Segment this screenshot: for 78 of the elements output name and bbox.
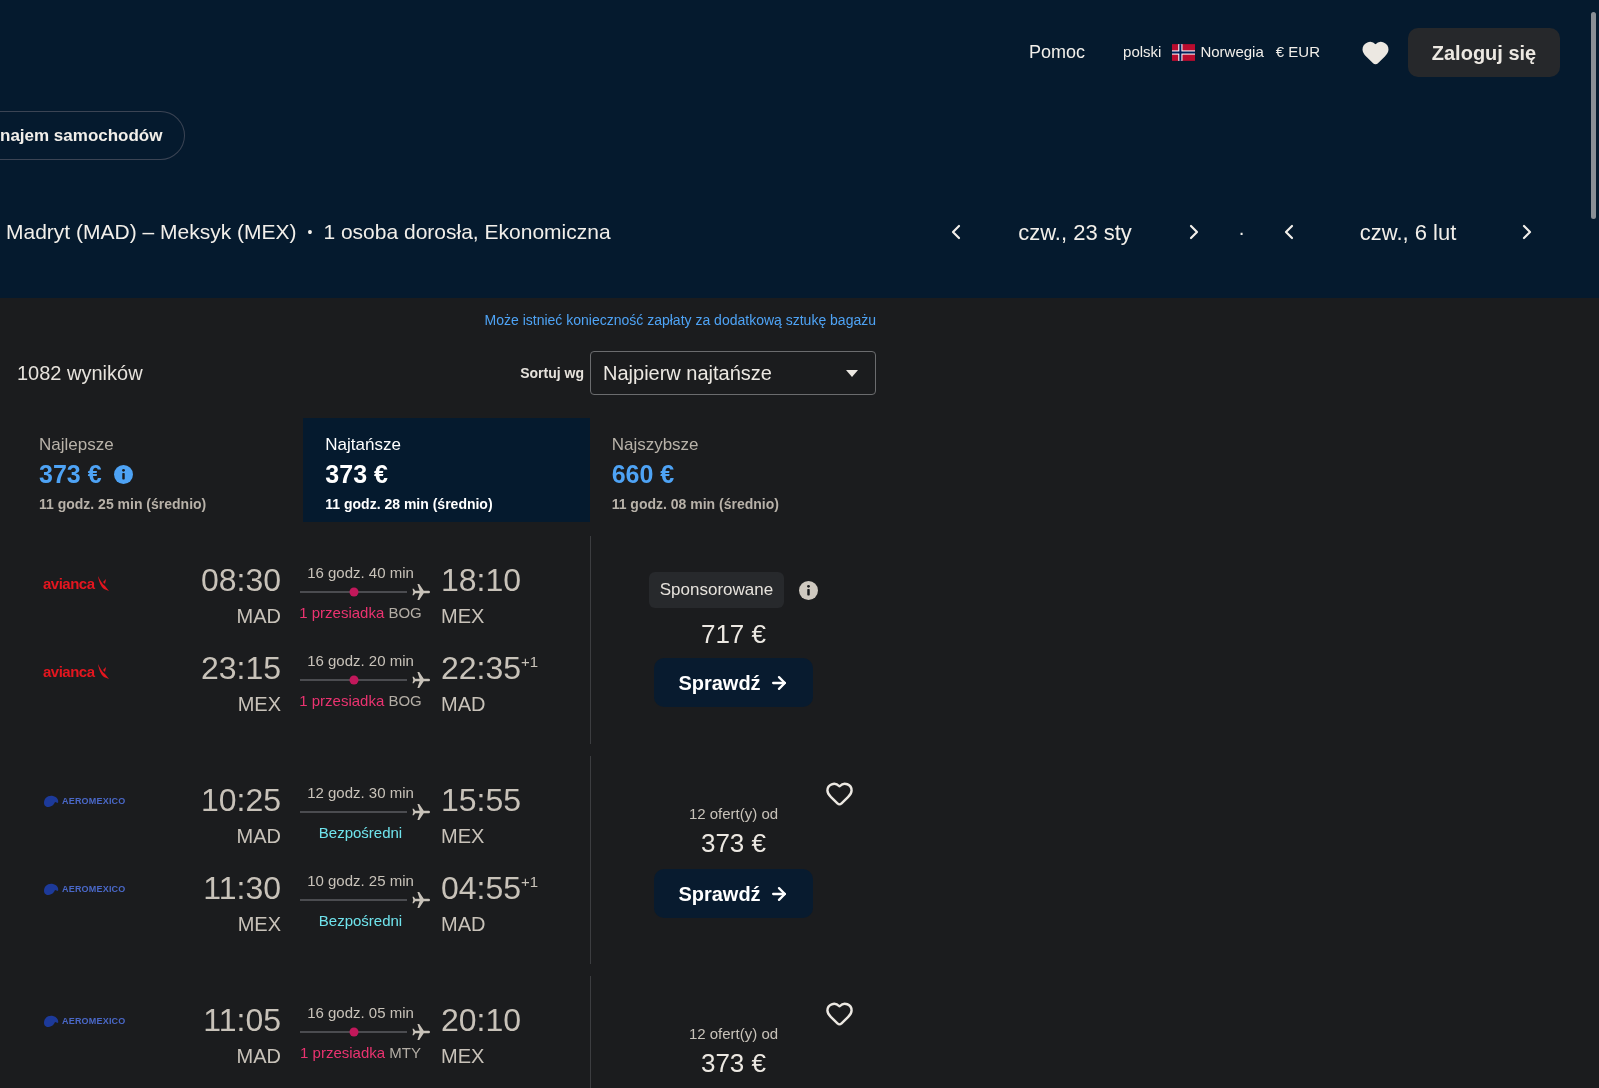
separator-dot: ·: [1238, 220, 1245, 245]
airport-code: MAD: [236, 824, 281, 848]
arrival-time: 04:55: [441, 870, 522, 906]
arrival-time: 18:10: [441, 562, 522, 598]
login-button[interactable]: Zaloguj się: [1408, 28, 1560, 77]
airport-code: MAD: [441, 912, 486, 936]
departure-time: 08:30: [200, 562, 281, 598]
plane-icon: [412, 1023, 430, 1041]
airport-code: MAD: [236, 1044, 281, 1068]
flight-duration: 16 godz. 05 min: [307, 1004, 414, 1022]
airport-code: MEX: [441, 824, 485, 848]
departure-time: 11:05: [203, 1002, 281, 1038]
stops-label: 1 przesiadka BOG: [299, 691, 422, 711]
route-text: Madryt (MAD) – Meksyk (MEX): [6, 219, 297, 246]
offers-label: 12 ofert(y) od: [688, 805, 779, 823]
airline-logo-icon: [43, 883, 59, 896]
arrival-time: 20:10: [441, 1002, 522, 1038]
sort-tab[interactable]: Najlepsze 373 € 11 godz. 25 min (średnio): [17, 418, 304, 522]
flag-icon: [1172, 44, 1196, 61]
airport-code: MEX: [237, 912, 281, 936]
plane-icon: [412, 891, 430, 909]
travellers-text: 1 osoba dorosła, Ekonomiczna: [323, 219, 611, 246]
flight-duration: 12 godz. 30 min: [307, 784, 414, 802]
sort-label: Sortuj wg: [520, 363, 584, 383]
arrival-time: 22:35: [441, 650, 522, 686]
price: 373 €: [700, 1047, 767, 1079]
airline-logo-icon: [96, 576, 110, 592]
airline-logo-text: avianca: [43, 575, 95, 593]
airport-code: MEX: [441, 604, 485, 628]
offers-label: 12 ofert(y) od: [688, 1025, 779, 1043]
airport-code: MEX: [441, 1044, 485, 1068]
info-icon[interactable]: [113, 464, 133, 484]
plane-icon: [412, 583, 430, 601]
baggage-notice-link[interactable]: Może istnieć konieczność zapłaty za dodatkową sztukę bagażu: [484, 311, 876, 329]
info-icon[interactable]: [799, 580, 819, 600]
airline-logo-icon: [43, 1015, 59, 1028]
airport-code: MAD: [441, 692, 486, 716]
stops-label: 1 przesiadka MTY: [300, 1043, 421, 1063]
date-label[interactable]: czw., 23 sty: [1018, 215, 1132, 249]
airline-logo-text: avianca: [43, 663, 95, 681]
date-label[interactable]: czw., 6 lut: [1359, 215, 1457, 249]
price: 373 €: [700, 827, 767, 859]
sort-tab[interactable]: Najtańsze 373 € 11 godz. 28 min (średnio): [303, 418, 590, 522]
scrollbar-thumb[interactable]: [1591, 12, 1596, 219]
direct-label: Bezpośredni: [318, 911, 403, 931]
arrival-time: 15:55: [441, 782, 522, 818]
departure-time: 10:25: [200, 782, 281, 818]
flight-duration: 16 godz. 20 min: [307, 652, 414, 670]
airport-code: MEX: [237, 692, 281, 716]
results-count: 1082 wyników: [17, 361, 143, 386]
plane-icon: [412, 671, 430, 689]
flight-duration: 16 godz. 40 min: [307, 564, 414, 582]
sponsored-badge: Sponsorowane: [648, 572, 785, 608]
flight-duration: 10 godz. 25 min: [307, 872, 414, 890]
sort-select[interactable]: Najpierw najtańsze: [590, 351, 876, 395]
stops-label: 1 przesiadka BOG: [299, 603, 422, 623]
airline-logo-text: AEROMEXICO: [62, 884, 126, 895]
check-button[interactable]: Sprawdź: [654, 658, 813, 707]
check-button[interactable]: Sprawdź: [654, 869, 813, 918]
departure-time: 23:15: [200, 650, 281, 686]
day-offset: +1: [521, 653, 539, 670]
sort-tab[interactable]: Najszybsze 660 € 11 godz. 08 min (średnio): [589, 418, 876, 522]
caret-down-icon: [846, 369, 858, 377]
help-link[interactable]: Pomoc: [1029, 39, 1086, 66]
separator-dot: •: [307, 222, 313, 242]
direct-label: Bezpośredni: [318, 823, 403, 843]
airline-logo-icon: [96, 664, 110, 680]
day-offset: +1: [521, 873, 539, 890]
country-link[interactable]: Norwegia: [1200, 41, 1264, 64]
price: 717 €: [700, 618, 767, 650]
currency-link[interactable]: € EUR: [1275, 41, 1320, 64]
plane-icon: [412, 803, 430, 821]
airport-code: MAD: [236, 604, 281, 628]
airline-logo-text: AEROMEXICO: [62, 1016, 126, 1027]
language-link[interactable]: polski: [1123, 41, 1162, 64]
departure-time: 11:30: [203, 870, 281, 906]
airline-logo-text: AEROMEXICO: [62, 796, 126, 807]
airline-logo-icon: [43, 795, 59, 808]
